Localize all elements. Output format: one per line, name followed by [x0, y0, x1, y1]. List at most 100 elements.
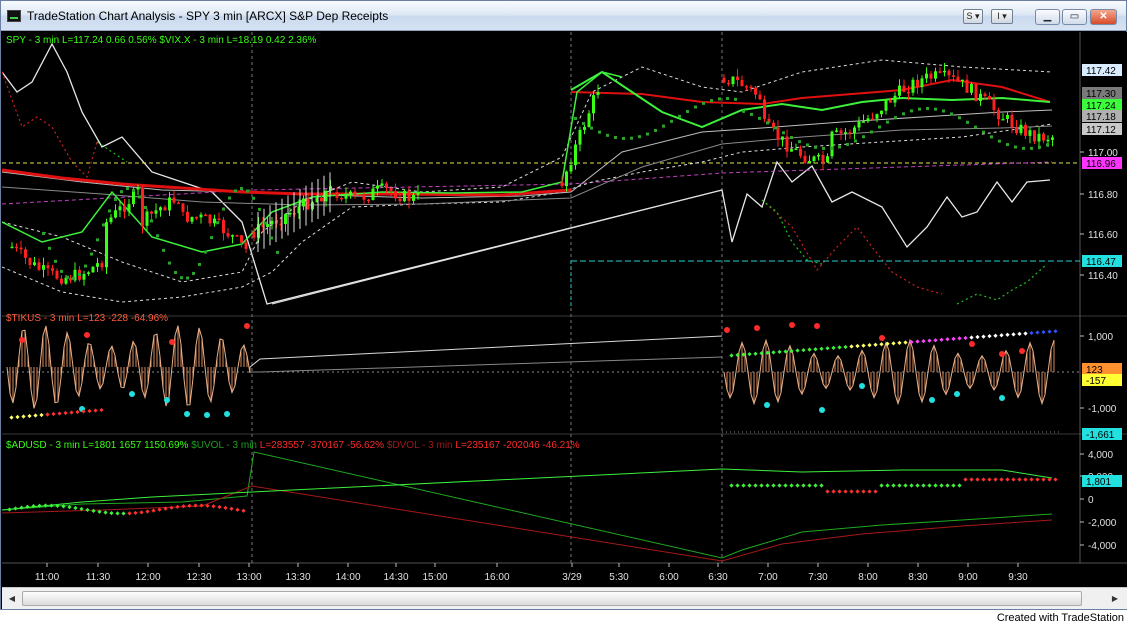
candle-body	[42, 265, 45, 270]
legend-item: $TIKUS - 3 min	[6, 313, 74, 324]
candle-body	[983, 93, 987, 97]
signal-dot	[822, 146, 825, 150]
tikus-high-dot	[999, 351, 1005, 357]
signal-dot	[846, 142, 849, 146]
candle-body	[583, 126, 586, 130]
minimize-icon: ▁	[1043, 11, 1052, 22]
legend-item: SPY - 3 min	[6, 35, 59, 46]
candle-body	[358, 194, 361, 197]
candle-body	[172, 197, 176, 203]
signal-dot	[814, 145, 817, 149]
signal-dot	[120, 190, 123, 194]
time-tick-label: 9:30	[1008, 572, 1028, 583]
candle-body	[587, 113, 591, 127]
legend-item: L=18.19	[224, 35, 264, 46]
signal-dot	[72, 276, 75, 280]
candle-body	[727, 82, 730, 85]
axis-tick-label: 1,000	[1088, 332, 1113, 343]
signal-dot	[42, 232, 45, 235]
chevron-down-icon: ▾	[1002, 11, 1007, 21]
candle-body	[340, 197, 343, 200]
candle-body	[96, 263, 99, 267]
axis-tick-label: 0	[1088, 495, 1094, 506]
interval-link-button[interactable]: I ▾	[991, 9, 1013, 24]
pane-legend: $TIKUS - 3 min L=123 -228 -64.96%	[6, 313, 168, 324]
candle-body	[141, 187, 144, 226]
signal-dot	[918, 107, 921, 111]
title-bar[interactable]: TradeStation Chart Analysis - SPY 3 min …	[1, 1, 1126, 31]
signal-dot	[270, 236, 273, 240]
scrollbar-thumb[interactable]	[22, 591, 1082, 606]
candle-body	[821, 154, 825, 163]
time-tick-label: 11:30	[86, 572, 111, 583]
candle-body	[349, 191, 352, 195]
horizontal-scrollbar[interactable]: ◀ ▶	[2, 587, 1127, 609]
axis-value-tag-label: 116.96	[1086, 159, 1116, 170]
signal-dot	[198, 262, 201, 266]
candle-body	[907, 91, 910, 94]
candle-body	[952, 75, 955, 77]
signal-dot	[910, 109, 913, 113]
tikus-low-dot	[859, 383, 865, 389]
candle-body	[231, 235, 234, 237]
tikus-high-dot	[814, 323, 820, 329]
signal-dot	[990, 135, 993, 139]
candle-body	[947, 70, 951, 76]
candle-body	[965, 79, 969, 93]
candle-body	[371, 188, 375, 201]
signal-dot	[718, 97, 721, 101]
candle-body	[875, 114, 879, 119]
candle-body	[412, 194, 415, 201]
candle-body	[1006, 114, 1009, 119]
close-icon: ✕	[1099, 11, 1108, 22]
legend-item: $ADUSD - 3 min	[6, 440, 80, 451]
chart-plot-area[interactable]: 117.00116.80116.60116.401,000-1,0004,000…	[2, 32, 1127, 587]
candle-body	[830, 131, 834, 157]
maximize-button[interactable]: ▭	[1062, 9, 1087, 25]
candle-body	[1015, 127, 1018, 134]
candle-body	[306, 198, 310, 210]
time-tick-label: 12:30	[186, 572, 211, 583]
axis-tick-label: -2,000	[1088, 518, 1117, 529]
close-button[interactable]: ✕	[1090, 9, 1117, 25]
candle-body	[19, 247, 23, 250]
candle-body	[979, 93, 982, 102]
signal-dot	[66, 275, 69, 279]
legend-item: 0.56%	[125, 35, 156, 46]
signal-dot	[1006, 143, 1009, 147]
legend-item: -228	[105, 313, 128, 324]
signal-dot	[240, 187, 243, 191]
legend-item: -370167	[305, 440, 345, 451]
candle-body	[961, 79, 964, 82]
signal-dot	[694, 105, 697, 109]
candle-body	[992, 99, 996, 110]
candle-body	[1010, 114, 1014, 128]
candle-body	[970, 83, 973, 93]
candle-body	[213, 218, 216, 224]
signal-dot	[174, 271, 177, 275]
minimize-button[interactable]: ▁	[1035, 9, 1060, 25]
signal-dot	[998, 139, 1001, 143]
candle-body	[785, 136, 789, 152]
axis-tick-label: 116.80	[1088, 190, 1118, 201]
candle-body	[974, 83, 978, 102]
candle-body	[118, 206, 122, 211]
time-tick-label: 3/29	[562, 572, 582, 583]
signal-dot	[766, 121, 769, 125]
legend-item: 1150.69%	[141, 440, 188, 451]
signal-dot	[582, 121, 585, 125]
scroll-left-arrow-icon[interactable]: ◀	[4, 591, 20, 606]
axis-value-tag-label: 116.47	[1086, 257, 1116, 268]
candle-body	[159, 207, 162, 211]
signal-dot	[1014, 145, 1017, 149]
candle-body	[302, 198, 305, 207]
signal-dot	[144, 205, 147, 209]
signal-dot	[982, 130, 985, 134]
candle-body	[565, 171, 568, 187]
scroll-right-arrow-icon[interactable]: ▶	[1107, 591, 1123, 606]
candle-body	[177, 202, 180, 205]
symbol-link-button[interactable]: S ▾	[963, 9, 983, 24]
signal-dot	[830, 146, 833, 150]
tikus-low-dot	[929, 397, 935, 403]
candle-body	[51, 268, 54, 271]
